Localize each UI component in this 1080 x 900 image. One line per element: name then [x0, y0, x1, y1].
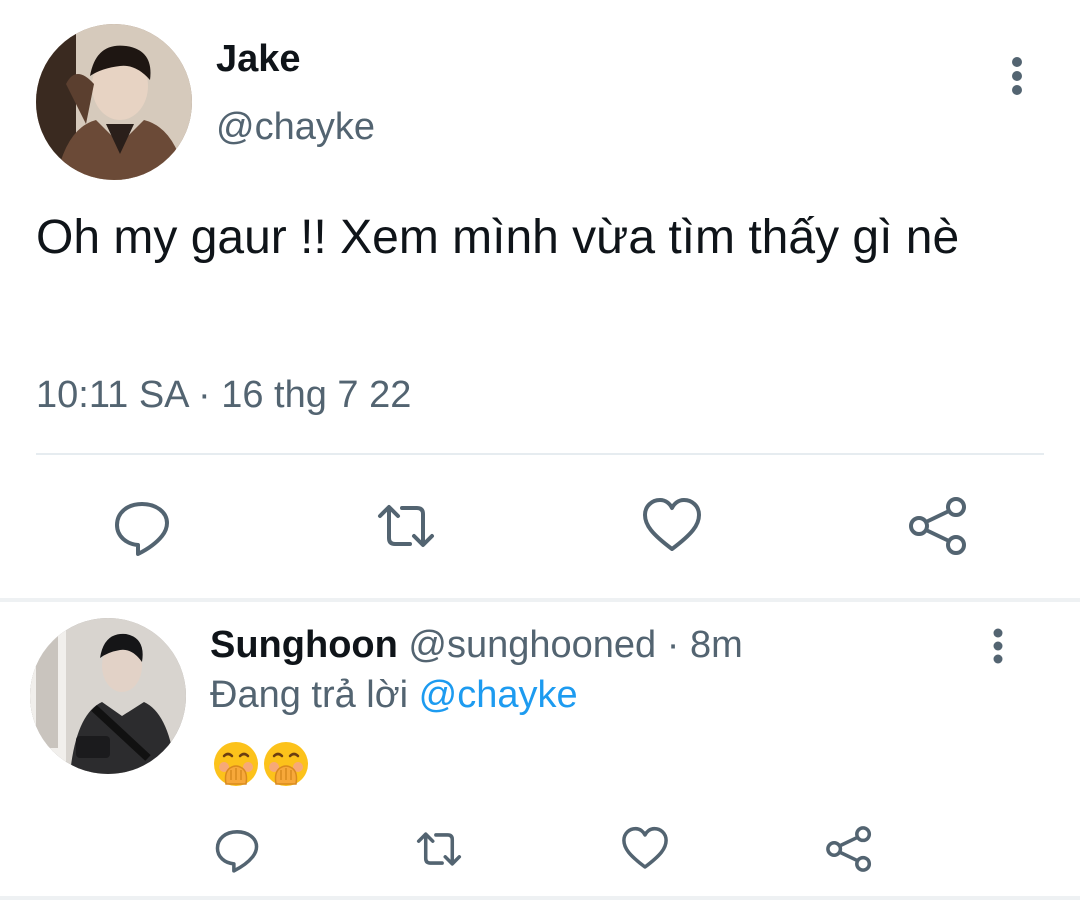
reply-icon [115, 502, 169, 556]
reply-header: Sunghoon @sunghooned · 8m [210, 624, 743, 667]
author-display-name[interactable]: Jake [216, 38, 301, 81]
section-divider [0, 598, 1080, 602]
author-avatar[interactable] [36, 24, 192, 180]
replying-prefix: Đang trả lời [210, 674, 419, 716]
tweet-timestamp[interactable]: 10:11 SA · 16 thg 7 22 [36, 374, 411, 417]
reply-author-avatar[interactable] [30, 618, 186, 774]
author-handle[interactable]: @chayke [216, 106, 375, 149]
heart-icon [643, 498, 701, 551]
share-icon [909, 497, 966, 555]
tweet-text: Oh my gaur !! Xem mình vừa tìm thấy gì n… [36, 211, 960, 264]
face-with-hand-over-mouth-emoji [212, 740, 260, 788]
divider [36, 453, 1044, 455]
like-button[interactable] [640, 494, 704, 558]
mention-link[interactable]: @chayke [419, 674, 578, 716]
tweet-date: 16 thg 7 22 [221, 374, 412, 416]
meta-separator: · [656, 624, 690, 666]
face-with-hand-over-mouth-emoji [262, 740, 310, 788]
reply-text [212, 740, 310, 788]
reply-display-name[interactable]: Sunghoon [210, 624, 398, 666]
share-icon [826, 826, 872, 872]
retweet-button[interactable] [414, 824, 464, 874]
share-button[interactable] [824, 824, 874, 874]
like-button[interactable] [620, 824, 670, 874]
share-button[interactable] [906, 494, 970, 558]
avatar-photo [36, 24, 192, 180]
reply-button[interactable] [110, 494, 174, 558]
more-options-icon[interactable] [1002, 54, 1032, 98]
reply-handle[interactable]: @sunghooned [408, 624, 656, 666]
more-options-icon[interactable] [984, 626, 1012, 666]
retweet-button[interactable] [374, 494, 438, 558]
avatar-photo [30, 618, 186, 774]
retweet-icon [378, 505, 434, 547]
reply-icon [215, 830, 259, 873]
tweet-time: 10:11 SA [36, 374, 188, 416]
reply-button[interactable] [212, 824, 262, 874]
reply-time[interactable]: 8m [690, 624, 743, 666]
meta-separator: · [187, 374, 222, 416]
section-divider [0, 896, 1080, 900]
replying-to: Đang trả lời @chayke [210, 674, 578, 717]
retweet-icon [416, 832, 462, 866]
heart-icon [622, 826, 668, 869]
